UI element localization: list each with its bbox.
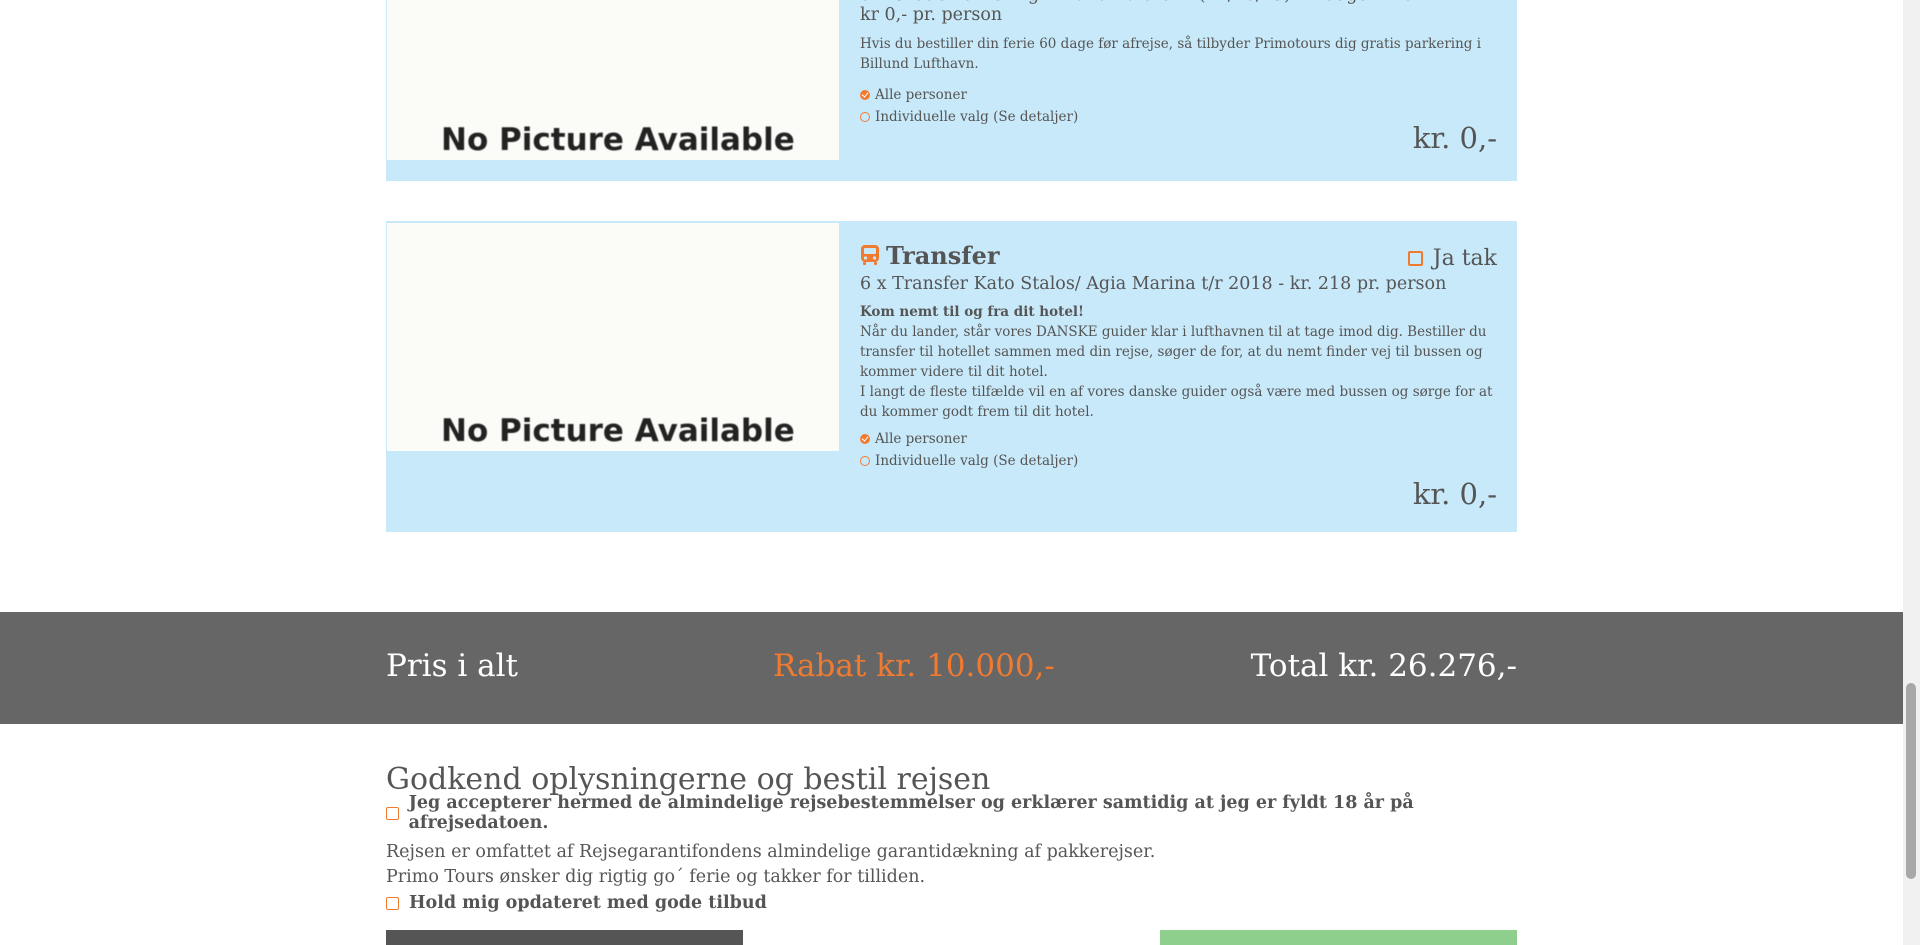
addon-description: Hvis du bestiller din ferie 60 dage før … [860,36,1482,72]
addon-subtitle: 6 x Transfer Kato Stalos/ Agia Marina t/… [860,274,1447,294]
ja-tak-label: Ja tak [1432,246,1497,271]
newsletter-checkbox[interactable]: Hold mig opdateret med gode tilbud [386,890,1517,916]
addon-title-row: Transfer [860,240,1497,270]
addon-title: Transfer [886,240,1000,270]
page-scrollbar[interactable] [1903,0,1920,945]
option-label: Alle personer [875,431,967,447]
accept-terms-label: Jeg accepterer hermed de almindelige rej… [408,793,1414,833]
approve-section: Godkend oplysningerne og bestil rejsen J… [386,760,1517,916]
option-label: Individuelle valg (Se detaljer) [875,109,1079,125]
no-picture-label: No Picture Available [441,413,795,449]
addon-price: kr. 0,- [1412,477,1497,511]
thanks-info: Primo Tours ønsker dig rigtig go´ ferie … [386,867,926,887]
bus-icon [861,245,879,265]
description-heading: Kom nemt til og fra dit hotel! [860,304,1084,320]
addon-card-body: Transfer 6 x Transfer Kato Stalos/ Agia … [860,241,1497,472]
addon-card-parking: No Picture Available 3 x Gratis Parkerin… [386,0,1517,181]
price-total-bar: Pris i alt Rabat kr. 10.000,- Total kr. … [0,612,1903,724]
ja-tak-checkbox[interactable]: Ja tak [1407,246,1497,271]
addon-price: kr. 0,- [1412,121,1497,155]
price-total-label: Pris i alt [386,648,518,684]
page-viewport: No Picture Available 3 x Gratis Parkerin… [0,0,1920,945]
addon-image-placeholder: No Picture Available [387,0,839,160]
checkbox-icon [386,806,399,820]
option-label: Individuelle valg (Se detaljer) [875,453,1079,469]
addon-subtitle-clip: 3 x Gratis Parkering Billund Lufthavn (1… [860,0,1497,25]
back-button[interactable] [386,930,743,945]
circle-outline-icon [860,112,870,122]
option-all-persons[interactable]: Alle personer [860,84,1497,106]
option-all-persons[interactable]: Alle personer [860,428,1497,450]
option-label: Alle personer [875,87,967,103]
check-circle-icon [860,434,870,444]
description-paragraph: Når du lander, står vores DANSKE guider … [860,324,1487,380]
checkbox-icon [1407,251,1423,266]
addon-card-transfer: No Picture Available Transfer 6 x Transf… [386,221,1517,532]
addon-card-body: 3 x Gratis Parkering Billund Lufthavn (1… [860,0,1497,128]
checkbox-icon [386,896,399,910]
newsletter-label: Hold mig opdateret med gode tilbud [409,893,767,913]
guarantee-info: Rejsen er omfattet af Rejsegarantifonden… [386,842,1156,862]
option-individual[interactable]: Individuelle valg (Se detaljer) [860,106,1497,128]
accept-terms-checkbox[interactable]: Jeg accepterer hermed de almindelige rej… [386,793,1517,833]
description-paragraph: I langt de fleste tilfælde vil en af vor… [860,384,1493,420]
scrollbar-thumb[interactable] [1906,683,1916,879]
total-amount: Total kr. 26.276,- [1250,648,1517,684]
addon-subtitle: 3 x Gratis Parkering Billund Lufthavn (1… [860,0,1435,25]
addon-description: Kom nemt til og fra dit hotel! Når du la… [860,302,1497,422]
circle-outline-icon [860,456,870,466]
discount-amount: Rabat kr. 10.000,- [773,648,1055,684]
check-circle-icon [860,90,870,100]
confirm-order-button[interactable] [1160,930,1517,945]
addon-image-placeholder: No Picture Available [387,223,839,451]
option-individual[interactable]: Individuelle valg (Se detaljer) [860,450,1497,472]
no-picture-label: No Picture Available [441,122,795,158]
